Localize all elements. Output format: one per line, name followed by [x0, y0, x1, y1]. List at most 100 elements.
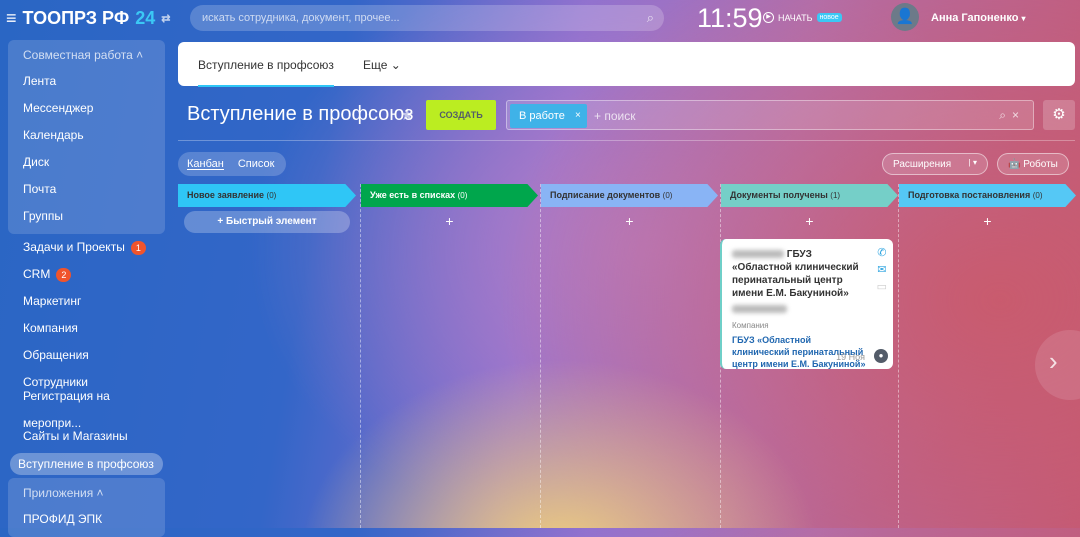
sidebar-item[interactable]: Почта	[8, 176, 165, 203]
kanban-card[interactable]: ГБУЗ «Областной клинический перинатальны…	[720, 239, 893, 369]
chevron-down-icon: ▾	[1021, 14, 1026, 23]
search-input[interactable]: искать сотрудника, документ, прочее... ⌕	[190, 5, 664, 31]
counter-badge: 2	[56, 267, 72, 282]
sidebar-group-header[interactable]: Совместная работа ˄	[8, 40, 165, 68]
blurred-name	[732, 250, 784, 259]
column-header[interactable]: Уже есть в списках (0)	[361, 184, 538, 207]
robot-icon: 🤖	[1008, 159, 1021, 170]
logo-suffix: 24	[135, 8, 156, 28]
column-count: (0)	[457, 191, 468, 200]
chevron-down-icon[interactable]: | ▾	[969, 158, 977, 167]
tab-active[interactable]: Вступление в профсоюз	[198, 58, 334, 87]
filter-chip[interactable]: В работе ×	[510, 104, 587, 128]
start-workday-button[interactable]: ▶ НАЧАТЬ новое	[763, 12, 842, 23]
user-menu[interactable]: Анна Гапоненко ▾	[931, 12, 1026, 24]
sidebar-group-collab: Совместная работа ˄ Лента Мессенджер Кал…	[8, 40, 165, 234]
filter-search-input[interactable]: В работе × + поиск ⌕×	[506, 100, 1034, 130]
counter-badge: 1	[130, 240, 146, 255]
chat-icon[interactable]: ▭	[877, 279, 887, 296]
quick-add-button[interactable]: + Быстрый элемент	[184, 211, 350, 233]
column-header[interactable]: Подписание документов (0)	[541, 184, 718, 207]
kanban-column: Уже есть в списках (0) +	[360, 184, 538, 528]
search-placeholder: + поиск	[594, 109, 636, 123]
column-title: Уже есть в списках	[370, 190, 456, 200]
logo[interactable]: ≡ ТООПРЗ РФ 24 ⇄	[6, 8, 170, 29]
create-button[interactable]: СОЗДАТЬ	[426, 100, 496, 130]
column-header[interactable]: Подготовка постановления (0)	[899, 184, 1076, 207]
view-kanban[interactable]: Канбан	[187, 158, 224, 170]
gear-icon[interactable]: ⚙	[1043, 100, 1075, 130]
group-label: Совместная работа	[23, 48, 133, 62]
column-count: (0)	[662, 191, 673, 200]
robots-label: Роботы	[1023, 159, 1058, 170]
sidebar-item[interactable]: Календарь	[8, 122, 165, 149]
card-date: 19 Ноя	[836, 352, 865, 362]
close-icon[interactable]: ×	[575, 104, 581, 128]
kanban-column: Подписание документов (0) +	[540, 184, 718, 528]
extensions-button[interactable]: Расширения | ▾	[882, 153, 988, 175]
extensions-label: Расширения	[893, 159, 952, 170]
group-label: Приложения	[23, 486, 94, 500]
clock: 11:59	[697, 3, 763, 33]
logo-text: ТООПРЗ РФ	[22, 8, 130, 28]
column-header[interactable]: Новое заявление (0)	[178, 184, 356, 207]
sidebar-item[interactable]: Компания	[8, 315, 165, 342]
sidebar-item-crm[interactable]: CRM 2	[8, 261, 165, 288]
sidebar-item[interactable]: Маркетинг	[8, 288, 165, 315]
star-icon[interactable]: ★	[400, 105, 414, 125]
sidebar: Совместная работа ˄ Лента Мессенджер Кал…	[8, 40, 165, 537]
search-placeholder: искать сотрудника, документ, прочее...	[202, 12, 400, 24]
tab-more[interactable]: Еще ⌄	[363, 58, 401, 72]
quick-add-label: Быстрый элемент	[226, 216, 317, 227]
column-title: Документы получены	[730, 190, 828, 200]
column-title: Подготовка постановления	[908, 190, 1031, 200]
item-label: Задачи и Проекты	[23, 240, 125, 254]
switch-icon[interactable]: ⇄	[161, 12, 170, 25]
sidebar-item[interactable]: Лента	[8, 68, 165, 95]
column-count: (0)	[1032, 191, 1043, 200]
sidebar-item[interactable]: Группы	[8, 203, 165, 230]
kanban-column: Новое заявление (0) + Быстрый элемент	[178, 184, 356, 528]
sidebar-group-header[interactable]: Приложения ˄	[8, 478, 165, 506]
sidebar-item[interactable]: Диск	[8, 149, 165, 176]
card-title[interactable]: ГБУЗ «Областной клинический перинатальны…	[732, 248, 869, 300]
phone-icon[interactable]: ✆	[877, 245, 887, 262]
add-icon[interactable]: +	[721, 213, 898, 233]
column-header[interactable]: Документы получены (1)	[721, 184, 898, 207]
responsible-avatar[interactable]: ●	[874, 349, 888, 363]
top-bar: ≡ ТООПРЗ РФ 24 ⇄ искать сотрудника, докумен…	[0, 0, 1080, 38]
start-label: НАЧАТЬ	[778, 12, 813, 23]
column-count: (1)	[830, 191, 841, 200]
search-icon[interactable]: ⌕	[647, 10, 654, 26]
search-icon[interactable]: ⌕	[999, 108, 1012, 122]
sidebar-item-active[interactable]: Вступление в профсоюз	[10, 453, 163, 475]
play-icon: ▶	[763, 12, 774, 23]
clear-icon[interactable]: ×	[1012, 108, 1025, 122]
sidebar-item[interactable]: Регистрация на меропри...	[8, 389, 165, 430]
sidebar-group-apps: Приложения ˄ ПРОФИД ЭПК	[8, 478, 165, 537]
sidebar-item[interactable]: ПРОФИД ЭПК	[8, 506, 165, 533]
tab-bar: Вступление в профсоюз Еще ⌄	[178, 42, 1075, 87]
column-count: (0)	[266, 191, 277, 200]
sidebar-item[interactable]: Мессенджер	[8, 95, 165, 122]
avatar[interactable]: 👤	[891, 3, 919, 31]
column-title: Подписание документов	[550, 190, 661, 200]
menu-icon[interactable]: ≡	[6, 8, 17, 29]
robots-button[interactable]: 🤖 Роботы	[997, 153, 1069, 175]
add-icon[interactable]: +	[541, 213, 718, 233]
view-list[interactable]: Список	[238, 158, 275, 170]
chip-label: В работе	[519, 110, 565, 122]
add-icon[interactable]: +	[361, 213, 538, 233]
divider	[178, 140, 1075, 141]
page-title: Вступление в профсоюз	[187, 103, 414, 125]
column-title: Новое заявление	[187, 190, 265, 200]
sidebar-item-tasks[interactable]: Задачи и Проекты 1	[8, 234, 165, 261]
more-label: Еще	[363, 58, 388, 72]
add-icon[interactable]: +	[899, 213, 1076, 233]
card-label: Компания	[732, 321, 769, 330]
view-switcher: Канбан Список	[178, 152, 286, 176]
mail-icon[interactable]: ✉	[877, 262, 887, 279]
sidebar-item[interactable]: Обращения	[8, 342, 165, 369]
new-badge: новое	[816, 13, 842, 22]
blurred-contact	[732, 305, 787, 314]
